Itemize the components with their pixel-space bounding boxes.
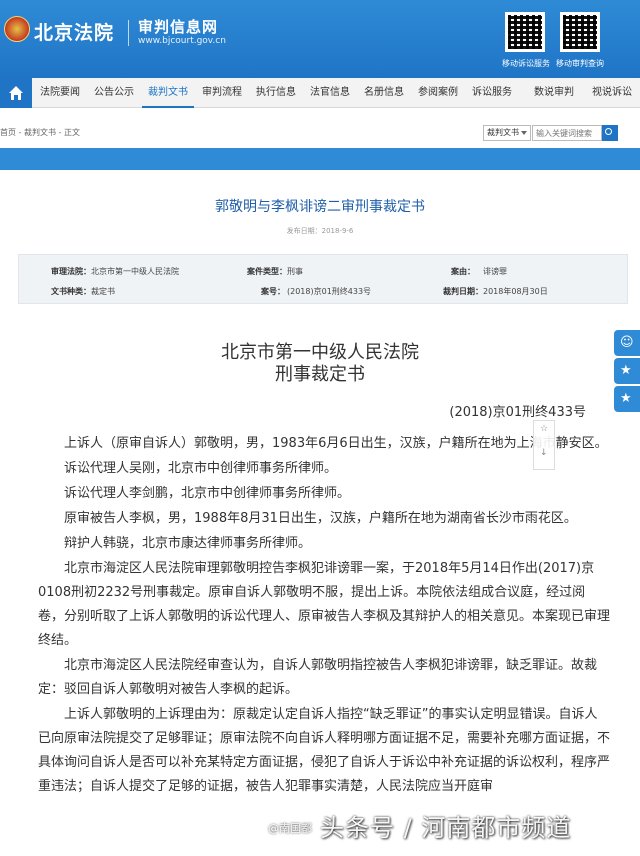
meta-label: 裁判日期： [443,287,483,296]
publish-date: 发布日期：2018-9-6 [286,227,354,235]
ruling-paragraph: 诉讼代理人吴刚，北京市中创律师事务所律师。 [64,461,338,476]
star-icon: ★ [620,391,632,406]
meta-value: 裁定书 [91,287,115,296]
court-emblem-icon [4,16,30,42]
meta-label: 案由： [451,267,475,276]
meta-value: 北京市第一中级人民法院 [91,267,179,276]
nav-item-rosters[interactable]: 名册信息 [358,78,410,108]
breadcrumb[interactable]: 首页 - 裁判文书 - 正文 [0,127,80,138]
search-category-value: 裁判文书 [487,128,519,137]
ruling-paragraph: 原审被告人李枫，男，1988年8月31日出生，汉族，户籍所在地为湖南省长沙市雨花… [64,511,577,526]
meta-label: 文书种类： [51,287,91,296]
float-tab-favorite[interactable]: ★ [614,358,640,384]
meta-label: 案号： [261,287,285,296]
ruling-paragraph: 辩护人韩骁，北京市康达律师事务所律师。 [64,536,312,551]
nav-item-litigation-services[interactable]: 诉讼服务 [466,78,518,108]
float-tab-contact[interactable]: ☺ [614,330,640,356]
meta-value: (2018)京01刑终433号 [287,287,372,296]
site-name[interactable]: 北京法院 [34,18,114,45]
nav-item-notices[interactable]: 公告公示 [88,78,140,108]
ruling-case-number: (2018)京01刑终433号 [449,405,586,420]
qr-code-icon[interactable] [560,12,600,52]
nav-item-trial-stats[interactable]: 数说审判 [528,78,580,108]
doc-side-tools: ☆ ↓ [533,420,555,470]
header-divider [128,20,129,46]
site-url: www.bjcourt.gov.cn [138,36,226,46]
site-subtitle: 审判信息网 [138,18,219,36]
star-icon: ★ [620,363,632,378]
float-tab-featured[interactable]: ★ [614,386,640,412]
watermark: 头条号 / 河南都市频道 [320,814,572,842]
search-button[interactable] [602,125,618,141]
ruling-body: 上诉人（原审自诉人）郭敬明，男，1983年6月6日出生，汉族，户籍所在地为上海市… [38,432,610,800]
page-title: 郭敬明与李枫诽谤二审刑事裁定书 [215,199,425,215]
search-category-select[interactable]: 裁判文书 [483,125,531,141]
nav-item-judgments[interactable]: 裁判文书 [142,78,194,108]
case-metadata-panel: 审理法院： 北京市第一中级人民法院 案件类型： 刑事 案由： 诽谤罪 文书种类：… [18,254,628,304]
home-button[interactable] [0,78,32,108]
qr-label: 移动诉讼服务 [502,59,550,68]
ruling-paragraph: 诉讼代理人李剑鹏，北京市中创律师事务所律师。 [64,486,351,501]
star-icon[interactable]: ☆ [540,424,548,434]
chevron-down-icon [521,131,527,135]
meta-value: 诽谤罪 [483,267,507,276]
ruling-paragraph: 上诉人（原审自诉人）郭敬明，男，1983年6月6日出生，汉族，户籍所在地为上海市… [64,436,608,451]
nav-item-process[interactable]: 审判流程 [196,78,248,108]
breadcrumb-bar: 首页 - 裁判文书 - 正文 裁判文书 [0,120,640,146]
nav-item-news[interactable]: 法院要闻 [34,78,86,108]
ruling-paragraph: 上诉人郭敬明的上诉理由为：原裁定认定自诉人指控“缺乏罪证”的事实认定明显错误。自… [38,707,611,794]
nav-item-execution[interactable]: 执行信息 [250,78,302,108]
nav-item-video[interactable]: 视说诉讼 [584,78,640,108]
meta-label: 案件类型： [247,267,287,276]
nav-item-reference-cases[interactable]: 参阅案例 [412,78,464,108]
download-icon[interactable]: ↓ [540,448,548,458]
qr-code-icon[interactable] [505,12,545,52]
site-header: 北京法院 审判信息网 www.bjcourt.gov.cn 移动诉讼服务 移动审… [0,0,640,78]
banner-band [0,148,640,170]
ruling-paragraph: 北京市海淀区人民法院审理郭敬明控告李枫犯诽谤罪一案，于2018年5月14日作出(… [38,561,611,648]
meta-value: 2018年08月30日 [483,287,548,296]
search-input[interactable] [532,125,602,141]
meta-value: 刑事 [287,267,303,276]
user-icon: ☺ [620,335,634,350]
watermark-weibo: @南国都 [268,822,312,835]
ruling-paragraph: 北京市海淀区人民法院经审查认为，自诉人郭敬明指控被告人李枫犯诽谤罪，缺乏罪证。故… [38,658,598,697]
search-icon [605,128,612,135]
nav-item-judges[interactable]: 法官信息 [304,78,356,108]
qr-label: 移动审判查询 [556,59,604,68]
main-nav: 法院要闻 公告公示 裁判文书 审判流程 执行信息 法官信息 名册信息 参阅案例 … [0,78,640,108]
home-icon [9,86,23,100]
ruling-kind: 刑事裁定书 [275,364,365,385]
meta-label: 审理法院： [51,267,91,276]
